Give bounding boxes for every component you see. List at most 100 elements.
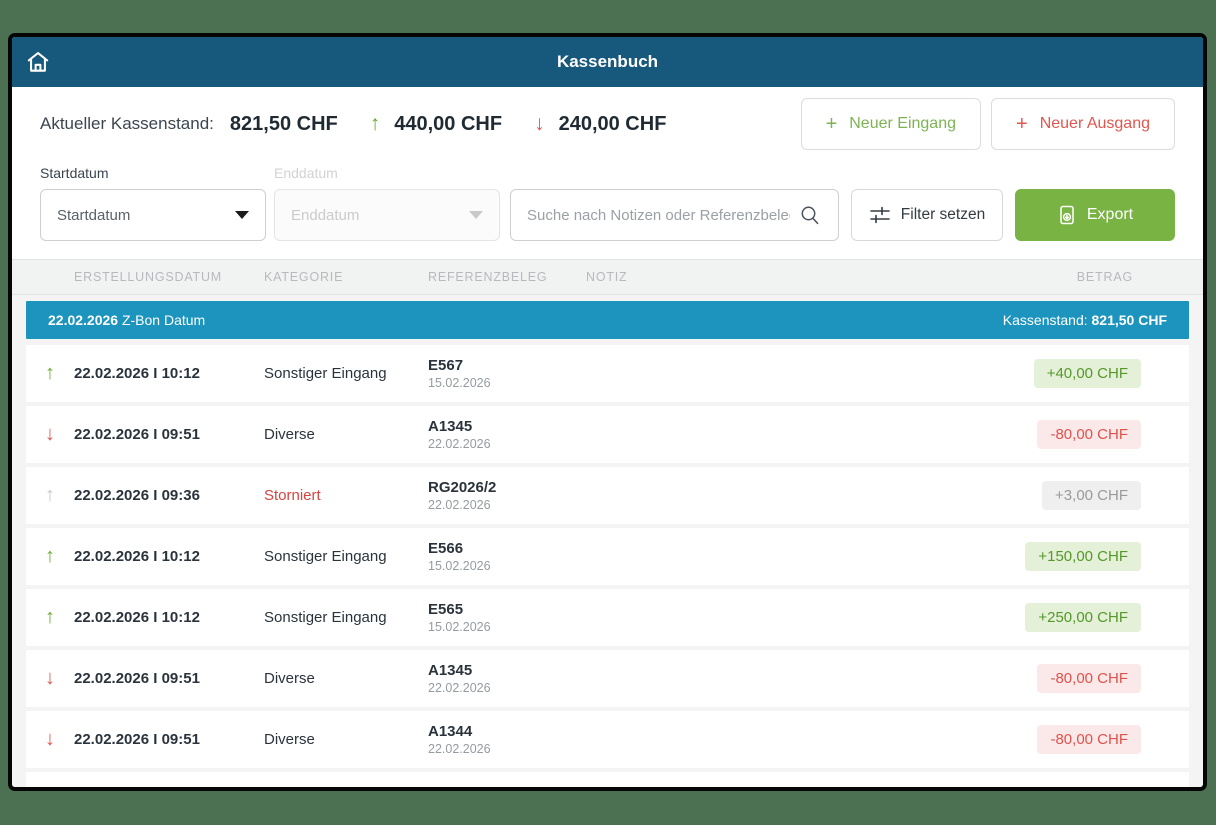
row-reference: A1344 22.02.2026 [428,723,586,757]
zbon-date-group: 22.02.2026 Z-Bon Datum [48,312,205,328]
transaction-row[interactable]: ↓ 22.02.2026 I 09:51 Diverse A1345 22.02… [26,650,1189,707]
row-amount-cell: +250,00 CHF [969,603,1189,632]
table-header: ERSTELLUNGSDATUM KATEGORIE REFERENZBELEG… [12,259,1203,295]
page-title: Kassenbuch [12,52,1203,72]
set-filter-label: Filter setzen [901,206,985,224]
home-icon [25,49,51,75]
amount-badge: -80,00 CHF [1037,664,1141,693]
entry-actions: + Neuer Eingang + Neuer Ausgang [801,98,1175,150]
row-datetime: 22.02.2026 I 10:12 [74,609,264,626]
row-category: Sonstiger Eingang [264,365,428,382]
row-reference-number: E566 [428,540,586,558]
column-header-betrag: BETRAG [969,270,1189,284]
chevron-down-icon [235,211,249,219]
row-datetime: 22.02.2026 I 10:12 [74,548,264,565]
export-button[interactable]: Export [1015,189,1175,241]
row-datetime: 22.02.2026 I 09:51 [74,670,264,687]
row-category: Storniert [264,487,428,504]
row-reference-date: 15.02.2026 [428,375,586,391]
direction-arrow-icon: ↓ [26,423,74,446]
row-reference-date: 22.02.2026 [428,741,586,757]
sliders-icon [869,204,891,226]
row-datetime: 22.02.2026 I 09:51 [74,426,264,443]
file-download-icon [1057,205,1077,225]
column-header-erstellungsdatum: ERSTELLUNGSDATUM [74,270,264,284]
expense-arrow-icon: ↓ [534,112,545,136]
row-reference: A1345 22.02.2026 [428,662,586,696]
row-amount-cell: +150,00 CHF [969,542,1189,571]
column-header-notiz: NOTIZ [586,270,969,284]
direction-arrow-icon: ↓ [26,667,74,690]
set-filter-button[interactable]: Filter setzen [851,189,1003,241]
row-reference: E565 15.02.2026 [428,601,586,635]
column-header-referenzbeleg: REFERENZBELEG [428,270,586,284]
home-button[interactable] [12,37,64,87]
app-window: Kassenbuch Aktueller Kassenstand: 821,50… [8,33,1207,791]
row-reference: E567 15.02.2026 [428,357,586,391]
row-reference-number: E567 [428,357,586,375]
end-date-label: Enddatum [274,165,338,187]
amount-badge: -80,00 CHF [1037,725,1141,754]
row-amount-cell: -80,00 CHF [969,420,1189,449]
end-date-value: Enddatum [291,207,359,224]
row-reference: E566 15.02.2026 [428,540,586,574]
row-amount-cell: -80,00 CHF [969,725,1189,754]
direction-arrow-icon: ↑ [26,484,74,507]
row-reference: RG2026/2 22.02.2026 [428,479,586,513]
amount-badge: +40,00 CHF [1034,359,1141,388]
search-icon[interactable] [798,203,822,227]
income-arrow-icon: ↑ [370,112,381,136]
row-reference-date: 15.02.2026 [428,619,586,635]
search-input[interactable] [527,207,790,224]
zbon-label: Z-Bon Datum [122,312,205,328]
row-category: Diverse [264,670,428,687]
row-reference-number: A1344 [428,723,586,741]
end-date-select[interactable]: Enddatum [274,189,500,241]
plus-icon: + [1016,113,1028,136]
row-reference-number: E565 [428,601,586,619]
zbon-balance-group: Kassenstand: 821,50 CHF [1003,312,1167,328]
transaction-row[interactable]: ↓ 22.02.2026 I 09:51 Diverse A1345 22.02… [26,406,1189,463]
filter-bar: Startdatum Enddatum Startdatum Enddatum [12,161,1203,259]
zbon-balance-value: 821,50 CHF [1092,312,1167,328]
chevron-down-icon [469,211,483,219]
search-field [510,189,839,241]
new-income-label: Neuer Eingang [849,115,956,133]
new-expense-button[interactable]: + Neuer Ausgang [991,98,1175,150]
plus-icon: + [826,113,838,136]
income-total: 440,00 CHF [394,113,502,136]
zbon-banner: 22.02.2026 Z-Bon Datum Kassenstand: 821,… [26,301,1189,339]
new-expense-label: Neuer Ausgang [1040,115,1150,133]
transaction-row[interactable]: ↑ 22.02.2026 I 10:12 Sonstiger Eingang E… [26,589,1189,646]
start-date-select[interactable]: Startdatum [40,189,266,241]
start-date-label: Startdatum [40,165,274,187]
balance-summary: Aktueller Kassenstand: 821,50 CHF ↑ 440,… [40,112,666,136]
row-datetime: 22.02.2026 I 09:51 [74,731,264,748]
row-amount-cell: -80,00 CHF [969,664,1189,693]
transaction-row[interactable]: ↓ 22.02.2026 I 09:51 Diverse A1344 22.02… [26,711,1189,768]
transaction-row[interactable]: ↑ 22.02.2026 I 10:12 Sonstiger Eingang E… [26,345,1189,402]
direction-arrow-icon: ↓ [26,728,74,751]
row-category: Sonstiger Eingang [264,609,428,626]
row-datetime: 22.02.2026 I 10:12 [74,365,264,382]
row-category: Diverse [264,731,428,748]
direction-arrow-icon: ↑ [26,606,74,629]
transaction-row[interactable]: ↑ 22.02.2026 I 09:36 Storniert RG2026/2 … [26,467,1189,524]
direction-arrow-icon: ↑ [26,545,74,568]
amount-badge: +150,00 CHF [1025,542,1141,571]
row-amount-cell: +3,00 CHF [969,481,1189,510]
summary-bar: Aktueller Kassenstand: 821,50 CHF ↑ 440,… [12,87,1203,161]
row-datetime: 22.02.2026 I 09:36 [74,487,264,504]
direction-arrow-icon: ↑ [26,362,74,385]
expense-total: 240,00 CHF [559,113,667,136]
amount-badge: +3,00 CHF [1042,481,1141,510]
transaction-row[interactable]: ↑ 22.02.2026 I 10:12 Sonstiger Eingang E… [26,528,1189,585]
row-reference-date: 22.02.2026 [428,680,586,696]
row-category: Diverse [264,426,428,443]
row-reference-number: RG2026/2 [428,479,586,497]
partial-row [26,772,1189,787]
row-reference-date: 15.02.2026 [428,558,586,574]
row-category: Sonstiger Eingang [264,548,428,565]
new-income-button[interactable]: + Neuer Eingang [801,98,981,150]
start-date-value: Startdatum [57,207,130,224]
